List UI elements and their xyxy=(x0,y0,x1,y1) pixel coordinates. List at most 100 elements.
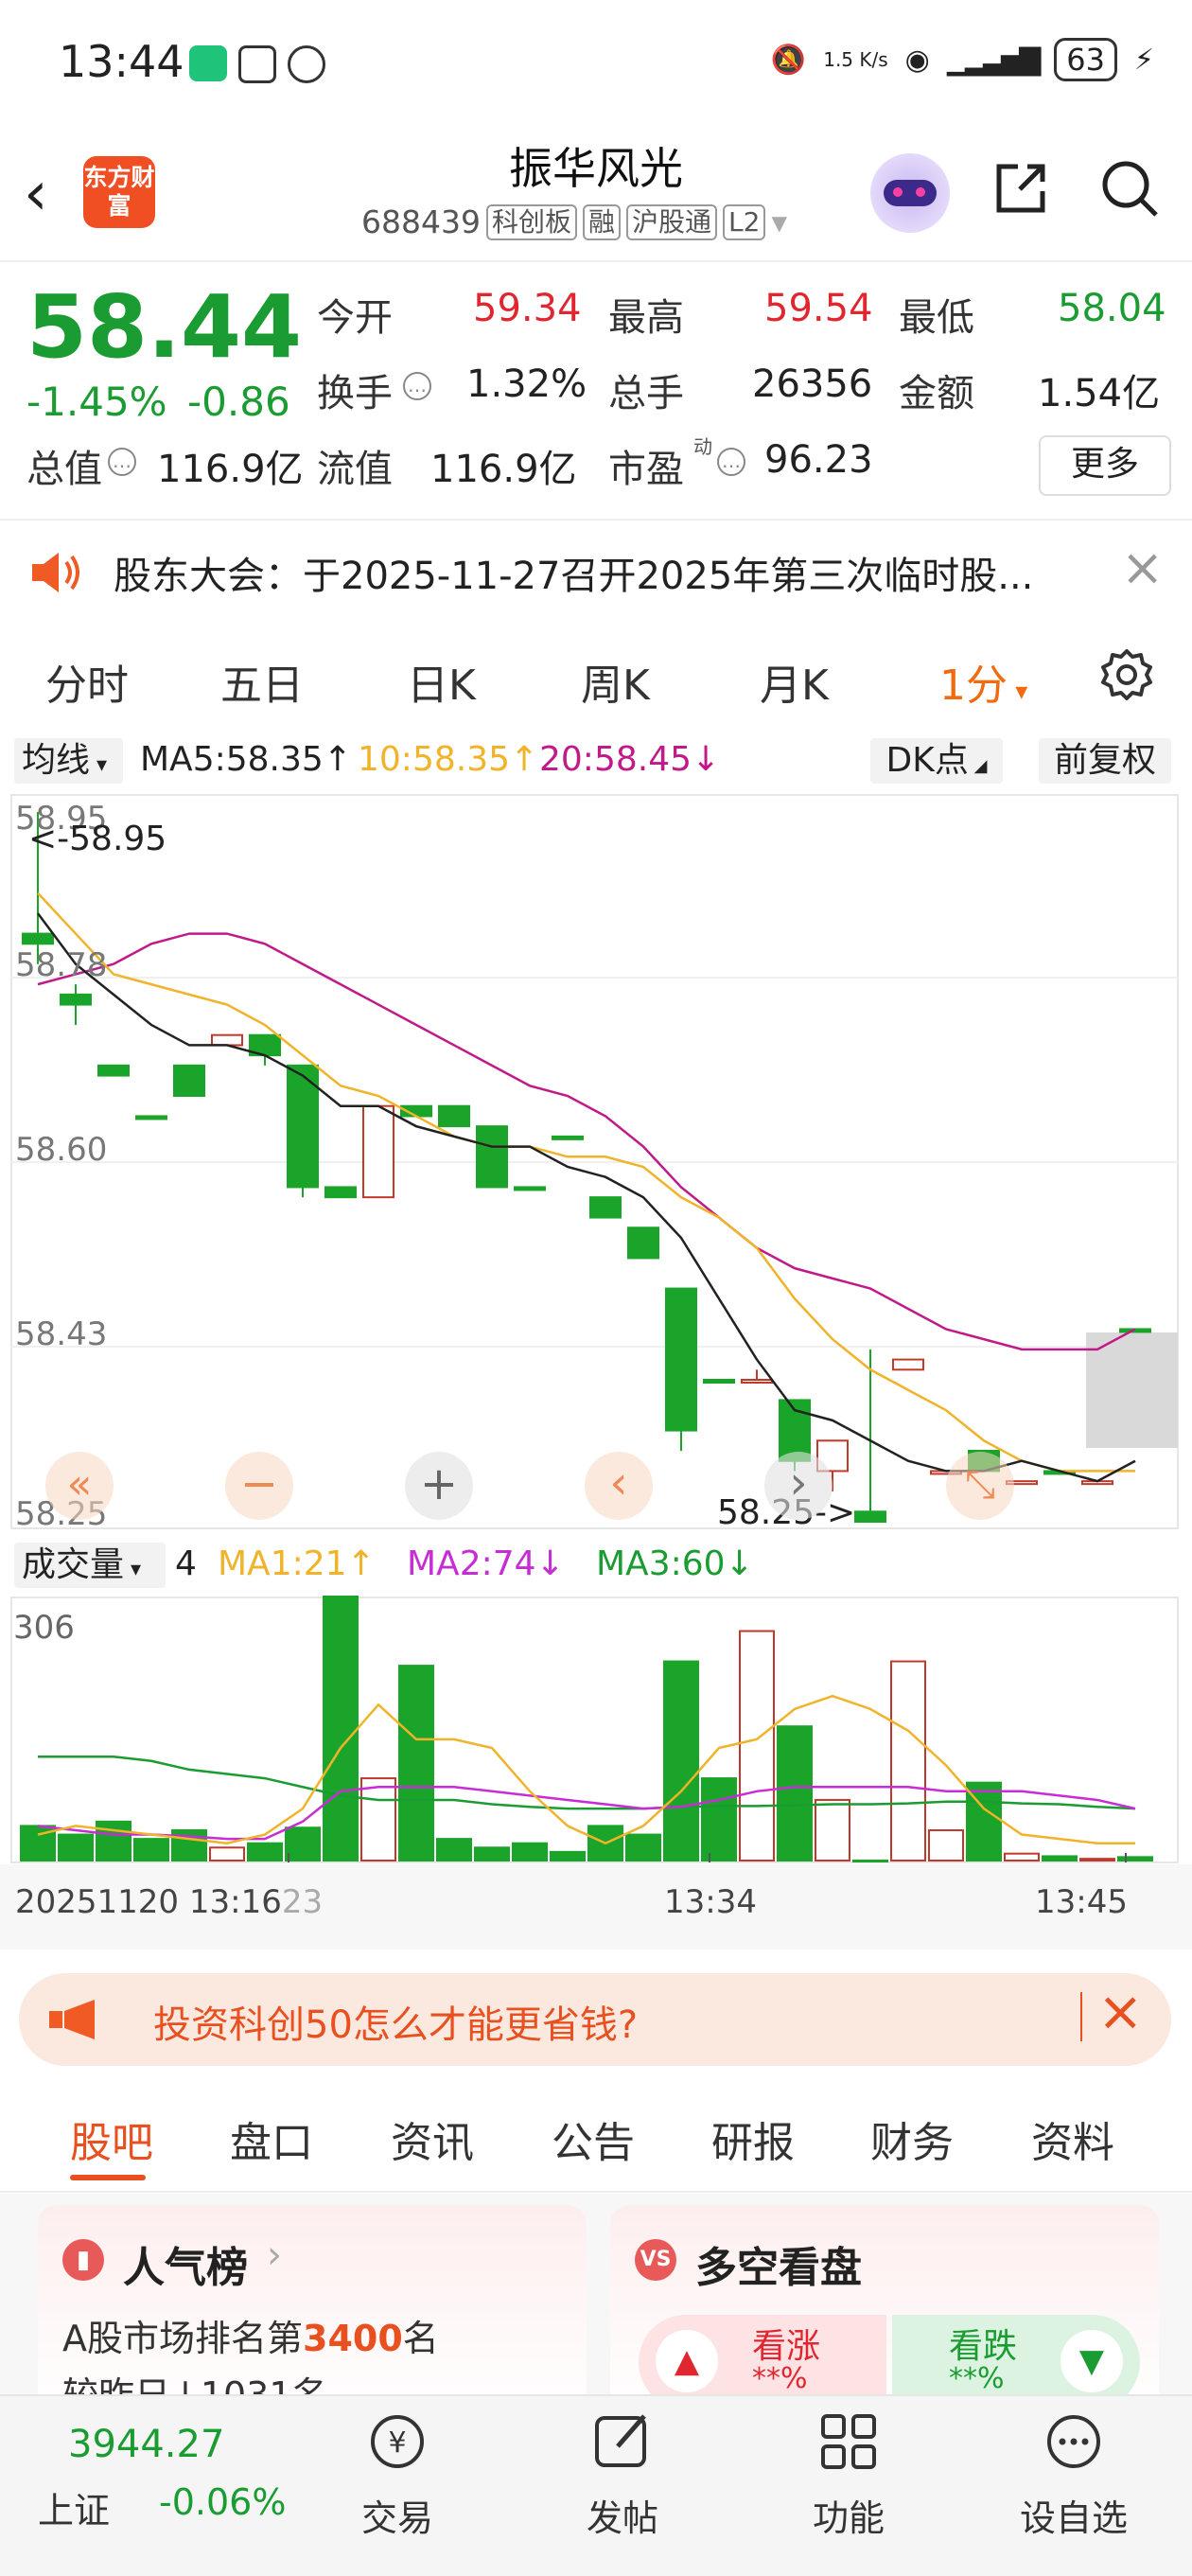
fullscreen-icon[interactable]: ⤡ xyxy=(946,1452,1014,1520)
zoom-in-icon[interactable]: + xyxy=(405,1452,473,1520)
vol-ma1-label: MA1:21↑ xyxy=(218,1544,376,1583)
notice-bar[interactable]: 股东大会：于2025-11-27召开2025年第三次临时股... × xyxy=(0,519,1192,626)
tab-monthly-k[interactable]: 月K xyxy=(760,651,829,712)
label-amount: 金额 xyxy=(899,372,974,415)
ad-banner[interactable]: 投资科创50怎么才能更省钱? × xyxy=(19,1973,1171,2066)
candle-body xyxy=(854,1510,886,1523)
label-total-cap: 总值 xyxy=(26,448,102,491)
candle-body xyxy=(211,1033,243,1047)
nav-functions[interactable]: 功能 xyxy=(773,2489,924,2541)
candle-body xyxy=(476,1125,508,1189)
volume-bar xyxy=(1004,1852,1040,1862)
volume-bar xyxy=(96,1820,131,1862)
fast-rewind-icon[interactable]: « xyxy=(45,1452,114,1520)
post-edit-icon[interactable] xyxy=(589,2408,656,2475)
search-icon[interactable] xyxy=(1097,156,1162,221)
dk-label: DK点 xyxy=(885,741,969,780)
tab-profile[interactable]: 资料 xyxy=(1031,2108,1114,2169)
tab-daily-k[interactable]: 日K xyxy=(407,651,476,712)
info-icon[interactable]: … xyxy=(717,448,745,476)
ad-divider xyxy=(1080,1992,1082,2041)
index-change[interactable]: -0.06% xyxy=(159,2481,286,2523)
current-price: 58.44 xyxy=(26,276,303,378)
time-mid: 13:34 xyxy=(664,1883,757,1921)
index-name[interactable]: 上证 xyxy=(38,2481,110,2533)
label-high: 最高 xyxy=(608,296,684,340)
tag-connect: 沪股通 xyxy=(626,203,718,240)
candle-body xyxy=(627,1226,659,1260)
functions-grid-icon[interactable] xyxy=(815,2408,882,2475)
volume-bar xyxy=(890,1660,926,1861)
dk-point-button[interactable]: DK点 ◢ xyxy=(870,738,1003,784)
down-label: 看跌 xyxy=(949,2327,1018,2366)
volume-bar xyxy=(474,1846,510,1861)
tab-intraday[interactable]: 分时 xyxy=(45,651,129,712)
tab-five-day[interactable]: 五日 xyxy=(220,651,304,712)
tag-l2: L2 xyxy=(723,203,766,240)
candle-body xyxy=(438,1104,470,1128)
price-tick: 58.78 xyxy=(15,946,108,984)
ma20-label: 20:58.45↓ xyxy=(539,740,721,779)
nav-post[interactable]: 发帖 xyxy=(547,2489,698,2541)
status-time: 13:44 xyxy=(59,36,184,87)
candlestick-chart[interactable] xyxy=(0,793,1192,1537)
label-turnover: 换手 xyxy=(317,372,393,415)
volume-bar xyxy=(928,1828,964,1862)
candle-body xyxy=(892,1358,924,1371)
status-right: 🔕 1.5 K/s ◉ ▁▂▃▅▇ 63 ⚡ xyxy=(771,38,1154,81)
speaker-icon xyxy=(32,553,79,592)
tab-orderbook[interactable]: 盘口 xyxy=(230,2108,313,2169)
more-button[interactable]: 更多 xyxy=(1039,435,1171,496)
volume-bar xyxy=(323,1596,359,1861)
step-right-icon[interactable]: › xyxy=(764,1452,833,1520)
ma10-label: 10:58.35↑ xyxy=(358,740,539,779)
volume-bar xyxy=(398,1665,434,1861)
tab-1min[interactable]: 1分 ▾ xyxy=(939,651,1027,712)
zoom-out-icon[interactable]: − xyxy=(225,1452,293,1520)
watchlist-more-icon[interactable] xyxy=(1041,2408,1107,2475)
tab-announcements[interactable]: 公告 xyxy=(552,2108,635,2169)
candle-body xyxy=(135,1115,167,1120)
trade-yen-icon[interactable]: ¥ xyxy=(364,2408,430,2475)
share-icon[interactable] xyxy=(991,159,1050,218)
close-icon[interactable]: × xyxy=(1121,538,1164,597)
value-open: 59.34 xyxy=(473,287,582,330)
bullbear-title: 多空看盘 xyxy=(695,2244,862,2292)
stock-subtitle[interactable]: 688439 科创板 融 沪股通 L2 ▾ xyxy=(361,203,787,240)
volume-chart[interactable] xyxy=(0,1596,1192,1865)
step-left-icon[interactable]: ‹ xyxy=(585,1452,653,1520)
net-speed: 1.5 K/s xyxy=(823,48,888,71)
tab-weekly-k[interactable]: 周K xyxy=(581,651,650,712)
pe-dynamic-sup: 动 xyxy=(693,435,712,458)
info-icon[interactable]: … xyxy=(108,448,136,476)
nav-trade[interactable]: 交易 xyxy=(322,2489,473,2541)
chart-bars-icon: ▮ xyxy=(62,2239,104,2281)
index-value[interactable]: 3944.27 xyxy=(68,2423,224,2466)
tab-guba[interactable]: 股吧 xyxy=(70,2108,153,2169)
value-turnover: 1.32% xyxy=(466,362,587,406)
tab-research[interactable]: 研报 xyxy=(711,2108,795,2169)
ai-assistant-icon[interactable] xyxy=(870,153,950,233)
volume-bar xyxy=(701,1777,737,1862)
triangle-down-icon: ▼ xyxy=(1061,2330,1123,2392)
ma-selector[interactable]: 均线 ▾ xyxy=(14,738,123,784)
candle-body xyxy=(173,1064,205,1098)
settings-gear-icon[interactable] xyxy=(1099,647,1154,702)
bullbear-card[interactable]: VS 多空看盘 ▲ 看涨 **% 看跌 **% ▼ xyxy=(610,2205,1159,2413)
volume-bar xyxy=(1042,1855,1078,1861)
close-icon[interactable]: × xyxy=(1097,1979,1144,2043)
ad-text: 投资科创50怎么才能更省钱? xyxy=(153,2003,639,2047)
volume-bar xyxy=(209,1846,245,1861)
tab-news[interactable]: 资讯 xyxy=(391,2108,474,2169)
up-label: 看涨 xyxy=(752,2327,821,2366)
volume-selector[interactable]: 成交量 ▾ xyxy=(14,1543,166,1588)
nav-add-watchlist[interactable]: 设自选 xyxy=(998,2489,1149,2541)
megaphone-icon xyxy=(49,2000,95,2039)
tab-finance[interactable]: 财务 xyxy=(870,2108,954,2169)
adjust-button[interactable]: 前复权 xyxy=(1039,738,1171,784)
label-pe: 市盈 xyxy=(608,448,684,491)
popularity-card[interactable]: ▮ 人气榜 › A股市场排名第3400名 较昨日↓1031名 xyxy=(38,2205,587,2413)
tab-active-indicator xyxy=(70,2175,146,2180)
info-icon[interactable]: … xyxy=(403,372,431,400)
vol-ma3-label: MA3:60↓ xyxy=(596,1544,754,1583)
